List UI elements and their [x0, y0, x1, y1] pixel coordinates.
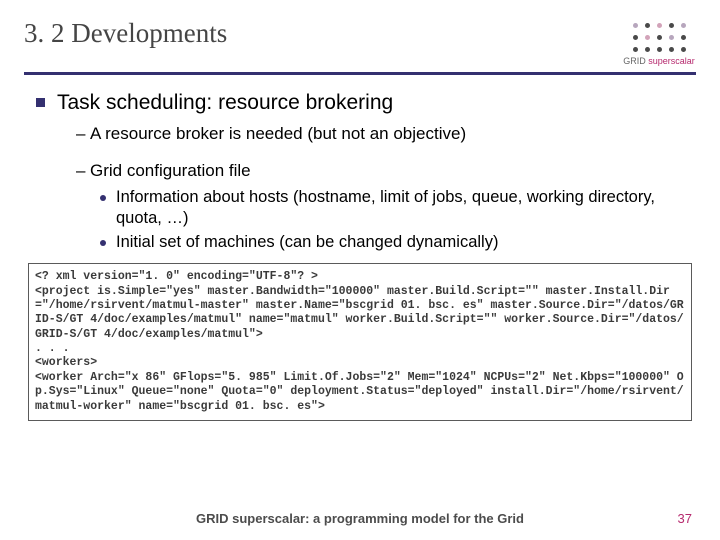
logo-dots-icon	[630, 20, 688, 54]
square-bullet-icon	[36, 98, 45, 107]
slide: 3. 2 Developments GRID superscalar Task …	[0, 0, 720, 540]
footer: GRID superscalar: a programming model fo…	[0, 511, 720, 526]
subbullet-broker: –A resource broker is needed (but not an…	[76, 123, 696, 146]
subsub-initial-text: Initial set of machines (can be changed …	[116, 232, 498, 253]
title-area: 3. 2 Developments	[24, 18, 622, 49]
dash-icon: –	[76, 123, 90, 146]
bullet-main-text: Task scheduling: resource brokering	[57, 91, 393, 115]
dash-icon: –	[76, 160, 90, 183]
subsub-info: Information about hosts (hostname, limit…	[100, 187, 696, 230]
dot-bullet-icon	[100, 195, 106, 201]
subbullet-config-text: Grid configuration file	[90, 161, 251, 180]
dot-bullet-icon	[100, 240, 106, 246]
header-row: 3. 2 Developments GRID superscalar	[24, 18, 696, 66]
logo-text: GRID superscalar	[623, 56, 695, 66]
subbullets: –A resource broker is needed (but not an…	[76, 123, 696, 253]
subbullet-broker-text: A resource broker is needed (but not an …	[90, 124, 466, 143]
subsubbullets: Information about hosts (hostname, limit…	[100, 187, 696, 253]
footer-text: GRID superscalar: a programming model fo…	[196, 511, 524, 526]
content: Task scheduling: resource brokering –A r…	[24, 91, 696, 253]
subsub-info-text: Information about hosts (hostname, limit…	[116, 187, 696, 230]
subsub-initial: Initial set of machines (can be changed …	[100, 232, 696, 253]
logo-text-super: superscalar	[648, 56, 695, 66]
subbullet-config: –Grid configuration file Information abo…	[76, 160, 696, 253]
xml-code-block: <? xml version="1. 0" encoding="UTF-8"? …	[28, 263, 692, 421]
logo-text-grid: GRID	[623, 56, 646, 66]
header-rule	[24, 72, 696, 75]
slide-title: 3. 2 Developments	[24, 18, 622, 49]
logo: GRID superscalar	[622, 20, 696, 66]
page-number: 37	[678, 511, 692, 526]
bullet-main: Task scheduling: resource brokering	[36, 91, 696, 115]
